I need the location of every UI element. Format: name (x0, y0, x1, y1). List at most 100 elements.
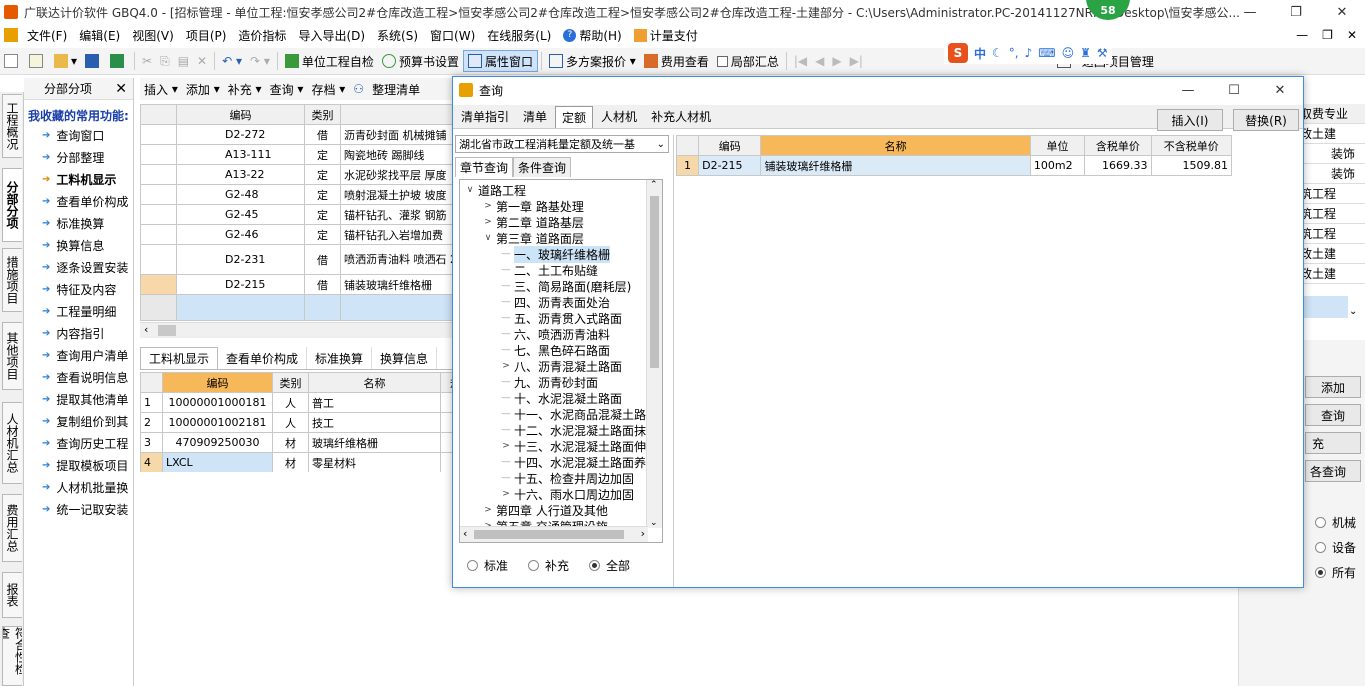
right-cell[interactable]: 政土建 (1300, 124, 1365, 144)
tab-list-guide[interactable]: 清单指引 (455, 106, 515, 128)
res-col-notax-price[interactable]: 不含税单价 (1150, 135, 1233, 156)
col-name[interactable]: 名 (340, 104, 452, 125)
radio-standard[interactable]: 标准 (467, 557, 508, 574)
menu-view[interactable]: 视图(V) (126, 27, 180, 44)
cell-code[interactable]: 470909250030 (162, 432, 273, 453)
menu-cost-index[interactable]: 造价指标 (232, 27, 292, 44)
cell-name[interactable]: 零星材料 (308, 452, 441, 472)
favorite-item[interactable]: ➔ 内容指引 (24, 322, 133, 344)
cell-name[interactable]: 陶瓷地砖 踢脚线 (340, 144, 452, 165)
table-row[interactable]: D2-215 借铺装玻璃纤维格栅 (140, 274, 452, 295)
cell-empty[interactable] (176, 294, 305, 321)
scroll-left-icon[interactable]: ‹ (463, 527, 467, 540)
tree-scroll-thumb[interactable] (650, 196, 659, 368)
menu-system[interactable]: 系统(S) (371, 27, 424, 44)
res-col-code[interactable]: 编码 (698, 135, 762, 156)
row-header[interactable] (140, 164, 177, 185)
punct-icon[interactable]: °, (1009, 46, 1019, 60)
chevron-right-icon[interactable]: > (500, 489, 512, 499)
tab-supplement-material[interactable]: 补充人材机 (645, 106, 717, 128)
tree-node[interactable]: > 十六、雨水口周边加固 (500, 486, 634, 502)
cell-type[interactable]: 人 (272, 392, 309, 413)
tree-node[interactable]: — 五、沥青贯入式路面 (500, 310, 623, 326)
search-button[interactable]: 各查询 (1305, 460, 1361, 482)
table-row[interactable]: D2-231 借喷洒沥青油料 喷洒石 2) (140, 244, 452, 275)
cell-empty[interactable] (340, 294, 452, 321)
result-row[interactable]: 1 D2-215 铺装玻璃纤维格栅 100m2 1669.33 1509.81 (675, 155, 1233, 176)
cell-name[interactable]: 喷洒沥青油料 喷洒石 2) (340, 244, 452, 275)
scroll-thumb[interactable] (158, 325, 176, 336)
res-col-name[interactable]: 名称 (760, 135, 1031, 156)
cell-empty[interactable] (140, 294, 177, 321)
chevron-down-icon[interactable]: ∨ (464, 185, 476, 195)
replace-button[interactable]: 替换(R) (1233, 109, 1299, 131)
tree-node[interactable]: > 第四章 人行道及其他 (482, 502, 608, 518)
tree-node[interactable]: — 七、黑色碎石路面 (500, 342, 611, 358)
tree-node[interactable]: — 十二、水泥混凝土路面抹 (500, 422, 647, 438)
tab-quota[interactable]: 定额 (555, 105, 594, 128)
tree-hscroll[interactable]: ‹ › (460, 526, 648, 542)
vtab-materials[interactable]: 人材机汇总 (2, 402, 22, 484)
row-header[interactable] (140, 184, 177, 205)
cell-spec[interactable] (440, 392, 452, 413)
right-cell[interactable]: 筑工程 (1300, 224, 1365, 244)
cell-name[interactable]: 铺装玻璃纤维格栅 (760, 155, 1031, 176)
vtab-other[interactable]: 其他项目 (2, 322, 22, 390)
tree-node[interactable]: — 一、玻璃纤维格栅 (500, 245, 611, 263)
cell-type[interactable]: 借 (304, 244, 341, 275)
right-cell[interactable]: 筑工程 (1300, 204, 1365, 224)
radio-equipment[interactable]: 设备 (1315, 539, 1356, 556)
favorite-item[interactable]: ➔ 工料机显示 (24, 168, 133, 190)
undo-icon[interactable]: ↶ ▾ (218, 50, 246, 72)
cell-type[interactable]: 人 (272, 412, 309, 433)
supplement-button[interactable]: 充 (1305, 432, 1361, 454)
chevron-down-icon[interactable]: ⌄ (1349, 306, 1357, 317)
menu-online[interactable]: 在线服务(L) (481, 27, 557, 44)
tree-node[interactable]: — 九、沥青砂封面 (500, 374, 599, 390)
cell-code[interactable]: A13-22 (176, 164, 305, 185)
tree-node[interactable]: — 四、沥青表面处治 (500, 294, 611, 310)
vtab-items[interactable]: 分部分项 (2, 168, 22, 242)
tab-list[interactable]: 清单 (517, 106, 553, 128)
cell-code[interactable]: LXCL (162, 452, 273, 472)
chevron-right-icon[interactable]: > (482, 505, 494, 515)
dialog-close-button[interactable]: ✕ (1257, 78, 1303, 102)
vtab-reports[interactable]: 报表 (2, 572, 22, 618)
cell-type[interactable]: 借 (304, 124, 341, 145)
cell-name[interactable]: 锚杆钻孔、灌浆 钢筋 (340, 204, 452, 225)
favorite-item[interactable]: ➔ 统一记取安装 (24, 498, 133, 520)
tree-node[interactable]: — 十一、水泥商品混凝土路 (500, 406, 647, 422)
chevron-right-icon[interactable]: > (500, 441, 512, 451)
tree-node[interactable]: > 十三、水泥混凝土路面伸 (500, 438, 646, 454)
cell-code[interactable]: 10000001000181 (162, 392, 273, 413)
cell-type[interactable]: 材 (272, 432, 309, 453)
cell-code[interactable]: G2-46 (176, 224, 305, 245)
cell-name[interactable]: 普工 (308, 392, 441, 413)
cell-spec[interactable] (440, 452, 452, 472)
radio-supplement[interactable]: 补充 (528, 557, 569, 574)
menu-import-export[interactable]: 导入导出(D) (292, 27, 371, 44)
cell-name[interactable]: 水泥砂浆找平层 厚度 (340, 164, 452, 185)
mic-icon[interactable]: ♪ (1025, 46, 1033, 60)
query-dropdown[interactable]: 查询 ▾ (266, 78, 308, 100)
cell-code[interactable]: D2-215 (176, 274, 305, 295)
cell-unit[interactable]: 100m2 (1029, 155, 1086, 176)
right-cell[interactable]: 政土建 (1300, 264, 1365, 284)
vtab-fees[interactable]: 费用汇总 (2, 494, 22, 562)
favorite-item[interactable]: ➔ 查看单价构成 (24, 190, 133, 212)
cell-spec[interactable] (440, 432, 452, 453)
partial-sum-button[interactable]: 局部汇总 (713, 50, 783, 72)
new-project-icon[interactable] (25, 50, 50, 72)
cell-type[interactable]: 定 (304, 224, 341, 245)
favorite-item[interactable]: ➔ 标准换算 (24, 212, 133, 234)
fee-view-button[interactable]: 费用查看 (640, 50, 713, 72)
scroll-right-icon[interactable]: › (641, 527, 645, 540)
restore-button[interactable]: ❐ (1273, 0, 1319, 24)
scroll-up-icon[interactable]: ⌃ (650, 180, 658, 190)
cell-name[interactable]: 铺装玻璃纤维格栅 (340, 274, 452, 295)
property-window-button[interactable]: 属性窗口 (462, 50, 538, 72)
dialog-minimize-button[interactable]: — (1165, 78, 1211, 102)
chevron-down-icon[interactable]: ∨ (482, 233, 494, 243)
radio-machine[interactable]: 机械 (1315, 514, 1356, 531)
cell-code[interactable]: D2-215 (698, 155, 762, 176)
